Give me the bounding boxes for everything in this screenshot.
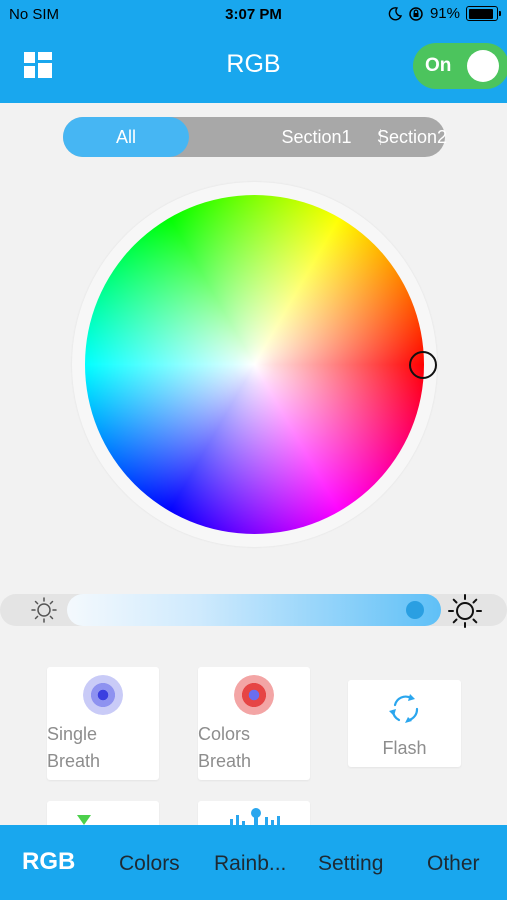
sun-large-icon (448, 594, 482, 628)
tab-other[interactable]: Other (427, 852, 480, 876)
mode-label: Colors Breath (198, 724, 252, 771)
music-icon (230, 808, 280, 827)
power-toggle-label: On (425, 55, 452, 76)
tab-colors[interactable]: Colors (119, 852, 180, 876)
color-wheel[interactable] (85, 195, 424, 534)
mode-card-flash[interactable]: Flash (348, 680, 461, 767)
status-right: 91% (388, 5, 501, 22)
triangle-icon (77, 815, 91, 825)
colors-breath-icon (234, 675, 274, 715)
segment-section2[interactable]: Section2 (348, 117, 476, 157)
power-toggle[interactable]: On (413, 43, 507, 89)
orientation-lock-icon (409, 6, 423, 21)
brightness-thumb[interactable] (406, 601, 424, 619)
segment-all[interactable]: All (63, 117, 189, 157)
mode-card-colors-breath[interactable]: Colors Breath (198, 667, 310, 780)
status-bar: No SIM 3:07 PM 91% (0, 0, 507, 30)
mode-label: Flash (382, 738, 427, 758)
sun-small-icon (31, 597, 57, 623)
top-bar: No SIM 3:07 PM 91% RGB On (0, 0, 507, 103)
tab-rainbow[interactable]: Rainb... (214, 852, 286, 876)
battery-percent: 91% (429, 5, 460, 22)
moon-icon (388, 6, 402, 20)
color-picker-handle[interactable] (409, 351, 437, 379)
toggle-knob (467, 50, 499, 82)
tab-setting[interactable]: Setting (318, 852, 383, 876)
bottom-tab-bar: RGB Colors Rainb... Setting Other (0, 825, 507, 900)
tab-rgb[interactable]: RGB (22, 848, 75, 876)
brightness-slider[interactable] (67, 594, 441, 626)
mode-label: Single Breath (47, 724, 101, 771)
mode-card-single-breath[interactable]: Single Breath (47, 667, 159, 780)
battery-icon (466, 6, 501, 21)
single-breath-icon (83, 675, 123, 715)
flash-icon (389, 694, 419, 723)
section-selector: All Section1 Section2 (63, 117, 447, 157)
